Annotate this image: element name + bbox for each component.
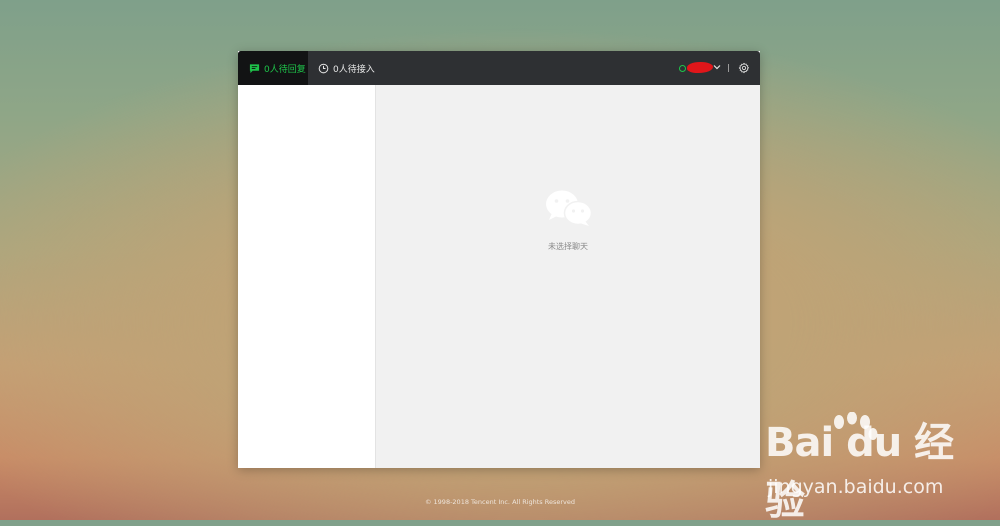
baidu-jingyan-watermark: Bai du 经验 jingyan.baidu.com	[765, 410, 985, 524]
watermark-url: jingyan.baidu.com	[768, 476, 944, 498]
online-status-indicator	[679, 65, 686, 72]
tab-pending-reply-label: 0人待回复	[264, 64, 306, 75]
wechat-icon	[546, 190, 593, 226]
tab-pending-reply[interactable]: 0人待回复	[238, 51, 308, 85]
tab-waiting-access[interactable]: 0人待接入	[318, 51, 375, 85]
account-name[interactable]	[687, 62, 713, 73]
paw-icon	[834, 412, 878, 440]
gear-icon[interactable]	[738, 62, 750, 74]
chat-panel: 未选择聊天	[376, 85, 760, 468]
tab-waiting-access-label: 0人待接入	[333, 64, 375, 75]
conversation-list[interactable]	[238, 85, 376, 468]
empty-state-text: 未选择聊天	[548, 242, 588, 251]
top-bar: 0人待回复 0人待接入	[238, 51, 760, 85]
chat-bubble-icon	[249, 63, 260, 73]
customer-service-window: 0人待回复 0人待接入 未选择聊天	[238, 51, 760, 468]
clock-icon	[318, 63, 329, 73]
chevron-down-icon[interactable]	[712, 62, 722, 72]
toolbar-divider	[728, 64, 729, 72]
